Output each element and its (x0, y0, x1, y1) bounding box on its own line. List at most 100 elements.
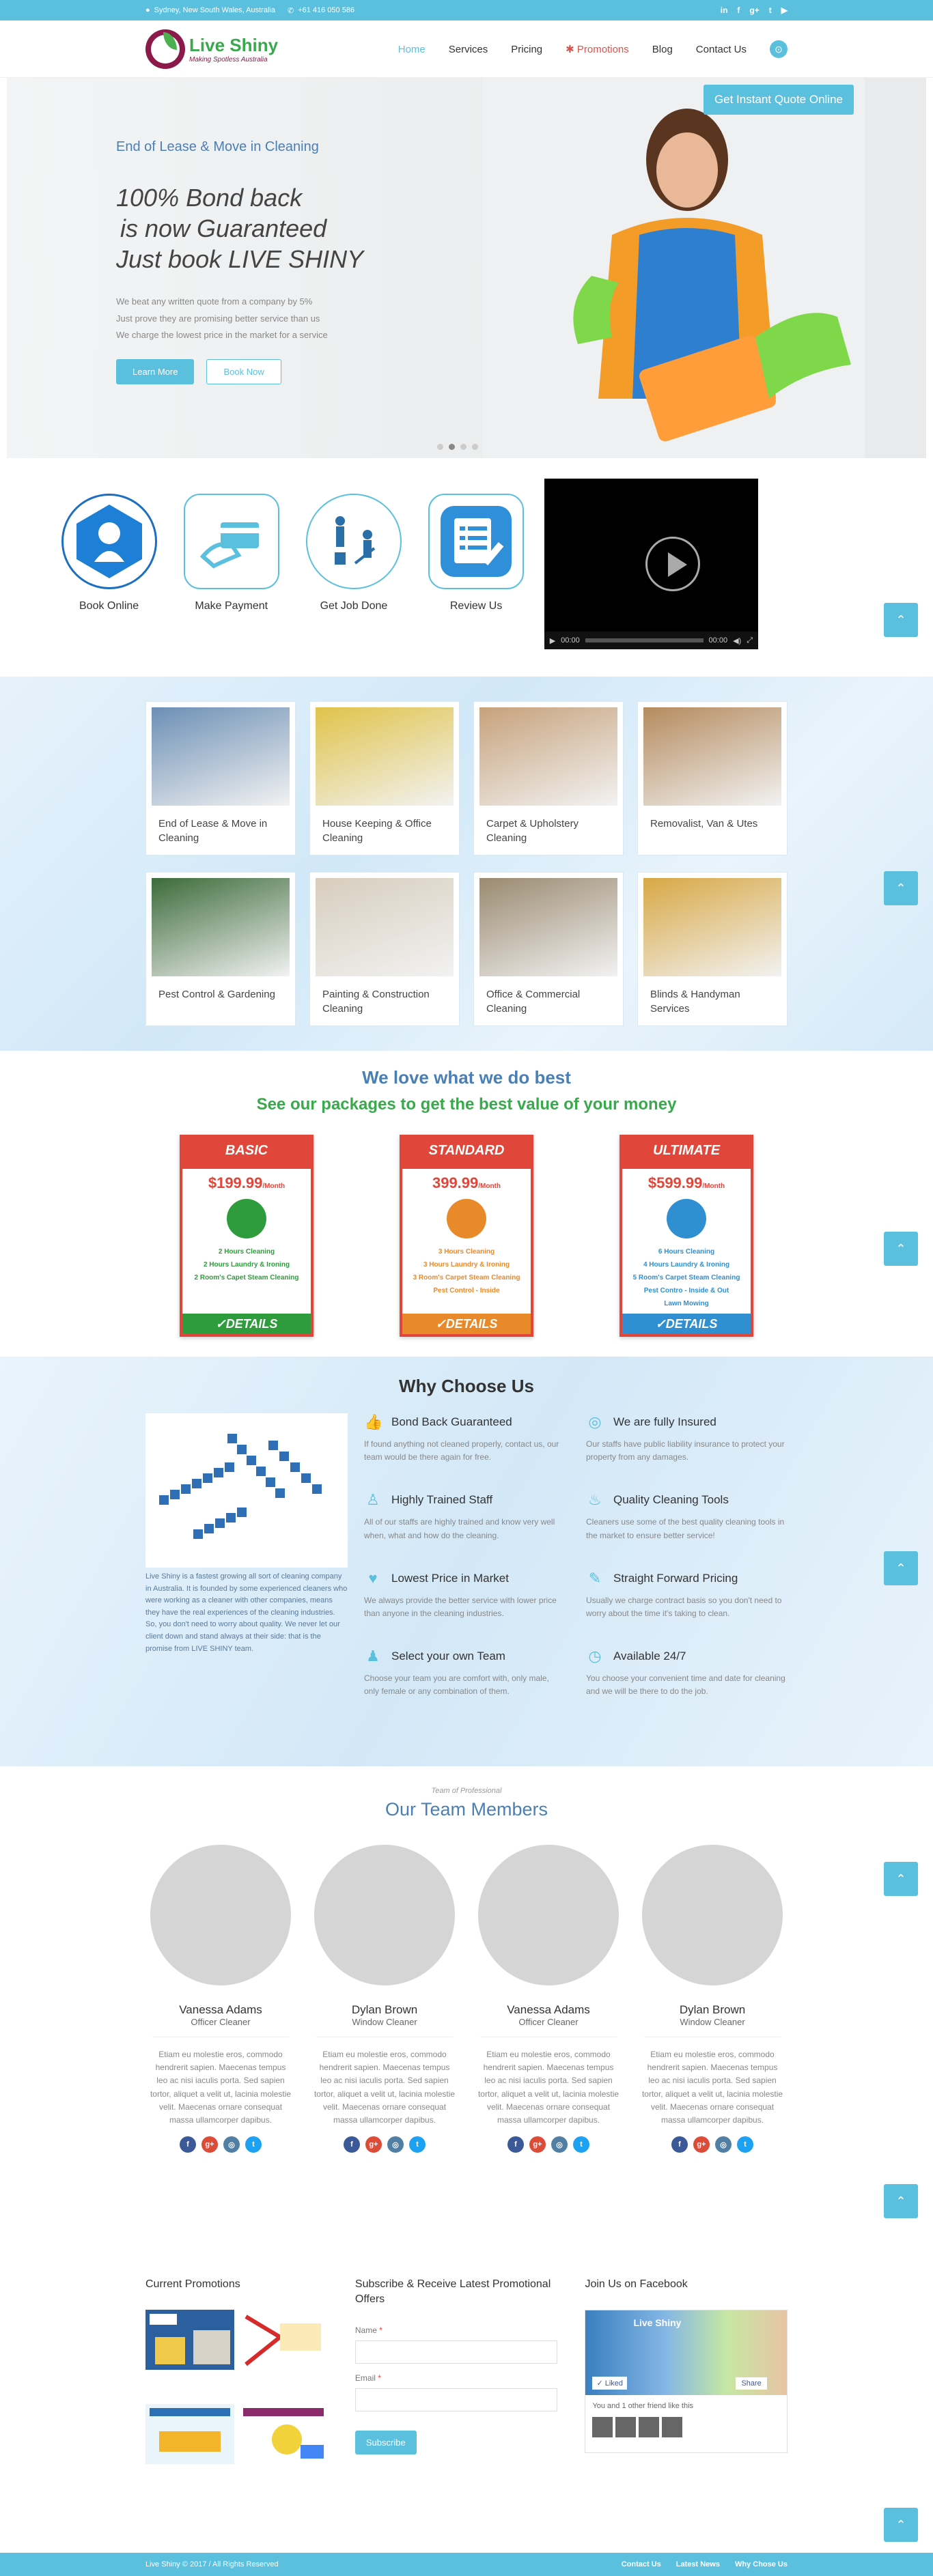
package-details-button[interactable]: ✓DETAILS (182, 1314, 311, 1334)
package-details-button[interactable]: ✓DETAILS (622, 1314, 751, 1334)
facebook-cover: Live Shiny ✓ Liked Share (585, 2310, 787, 2396)
nav-blog[interactable]: Blog (652, 44, 673, 55)
instagram-icon[interactable]: ◎ (715, 2136, 732, 2153)
scroll-to-top-button[interactable]: ⌃ (884, 1551, 918, 1585)
scroll-to-top-button[interactable]: ⌃ (884, 1862, 918, 1896)
service-title[interactable]: End of Lease & Move in Cleaning (146, 806, 295, 856)
service-card[interactable]: Painting & Construction Cleaning (309, 872, 460, 1026)
service-card[interactable]: End of Lease & Move in Cleaning (145, 701, 296, 855)
instagram-icon[interactable]: ◎ (223, 2136, 240, 2153)
facebook-liked-button[interactable]: ✓ Liked (592, 2377, 628, 2390)
service-title[interactable]: Blinds & Handyman Services (638, 976, 787, 1027)
service-title[interactable]: Pest Control & Gardening (146, 976, 295, 1013)
promo-cleaning-deal-image[interactable] (145, 2404, 234, 2465)
twitter-icon[interactable]: t (245, 2136, 262, 2153)
step-make-payment[interactable]: Make Payment (170, 479, 292, 612)
facebook-icon[interactable]: f (507, 2136, 524, 2153)
logo[interactable]: Live Shiny Making Spotless Australia (145, 29, 278, 69)
package-name: STANDARD (402, 1137, 531, 1169)
promo-google-discount-image[interactable] (239, 2404, 329, 2465)
learn-more-button[interactable]: Learn More (116, 359, 195, 385)
service-title[interactable]: Carpet & Upholstery Cleaning (474, 806, 623, 856)
service-card[interactable]: Office & Commercial Cleaning (473, 872, 624, 1026)
email-field[interactable] (354, 2388, 558, 2411)
facebook-icon[interactable]: f (180, 2136, 196, 2153)
step-get-job-done[interactable]: Get Job Done (292, 479, 415, 612)
scroll-to-top-button[interactable]: ⌃ (884, 2508, 918, 2542)
promo-end-of-lease-image[interactable] (145, 2310, 234, 2370)
google-plus-icon[interactable]: g+ (529, 2136, 546, 2153)
step-label: Get Job Done (320, 600, 388, 612)
facebook-share-button[interactable]: Share (736, 2377, 767, 2390)
scroll-to-top-button[interactable]: ⌃ (884, 2184, 918, 2218)
slider-dot[interactable] (460, 444, 466, 450)
video-player[interactable]: ▶ 00:00 00:00 ◀) ⤢ (544, 479, 759, 649)
step-book-online[interactable]: Book Online (48, 479, 170, 612)
slider-dot[interactable] (437, 444, 443, 450)
slider-dot[interactable] (472, 444, 478, 450)
slider-dot-active[interactable] (449, 444, 455, 450)
twitter-icon[interactable]: t (409, 2136, 426, 2153)
service-card[interactable]: Blinds & Handyman Services (637, 872, 788, 1026)
service-card[interactable]: House Keeping & Office Cleaning (309, 701, 460, 855)
instagram-icon[interactable]: ◎ (387, 2136, 404, 2153)
service-card[interactable]: Pest Control & Gardening (145, 872, 296, 1026)
service-title[interactable]: Painting & Construction Cleaning (310, 976, 459, 1027)
avatar[interactable] (615, 2417, 637, 2438)
instant-quote-button[interactable]: Get Instant Quote Online (703, 85, 854, 115)
step-review-us[interactable]: Review Us (415, 479, 538, 612)
team-member-bio: Etiam eu molestie eros, commodo hendreri… (150, 2050, 292, 2125)
facebook-page-name[interactable]: Live Shiny (633, 2317, 681, 2328)
nav-services[interactable]: Services (449, 44, 488, 55)
team-member-bio: Etiam eu molestie eros, commodo hendreri… (477, 2050, 619, 2125)
nav-promotions[interactable]: ✱ Promotions (566, 43, 629, 55)
avatar[interactable] (662, 2417, 683, 2438)
footer-widgets: Current Promotions Subscribe & Receive L… (0, 2244, 933, 2553)
brand-tagline: Making Spotless Australia (189, 56, 268, 63)
nav-home[interactable]: Home (398, 44, 426, 55)
fullscreen-icon[interactable]: ⤢ (747, 636, 753, 645)
nav-pricing[interactable]: Pricing (511, 44, 542, 55)
play-icon[interactable] (645, 537, 700, 591)
service-title[interactable]: Removalist, Van & Utes (638, 806, 787, 842)
package-card[interactable]: ULTIMATE $599.99/Month 6 Hours Cleaning 4 H… (619, 1135, 753, 1337)
service-title[interactable]: House Keeping & Office Cleaning (310, 806, 459, 856)
cart-icon[interactable]: ⊙ (770, 40, 788, 58)
facebook-icon[interactable]: f (671, 2136, 688, 2153)
facebook-icon[interactable]: f (737, 5, 740, 15)
service-card[interactable]: Carpet & Upholstery Cleaning (473, 701, 624, 855)
volume-icon[interactable]: ◀) (733, 636, 741, 645)
phone-text[interactable]: +61 416 050 586 (298, 6, 354, 14)
google-plus-icon[interactable]: g+ (693, 2136, 710, 2153)
video-seek-bar[interactable] (585, 638, 704, 642)
facebook-icon[interactable]: f (344, 2136, 360, 2153)
service-card[interactable]: Removalist, Van & Utes (637, 701, 788, 855)
google-plus-icon[interactable]: g+ (365, 2136, 382, 2153)
why-feature-text: Usually we charge contract basis so you … (586, 1595, 782, 1618)
phone-info[interactable]: ✆ +61 416 050 586 (288, 6, 354, 15)
service-title[interactable]: Office & Commercial Cleaning (474, 976, 623, 1027)
scroll-to-top-button[interactable]: ⌃ (884, 603, 918, 637)
twitter-icon[interactable]: t (573, 2136, 589, 2153)
instagram-icon[interactable]: ◎ (551, 2136, 568, 2153)
package-details-button[interactable]: ✓DETAILS (402, 1314, 531, 1334)
nav-contact[interactable]: Contact Us (696, 44, 747, 55)
subscribe-button[interactable]: Subscribe (354, 2430, 417, 2454)
play-small-icon[interactable]: ▶ (550, 636, 555, 645)
scroll-to-top-button[interactable]: ⌃ (884, 871, 918, 905)
youtube-icon[interactable]: ▶ (781, 5, 788, 15)
avatar[interactable] (592, 2417, 613, 2438)
facebook-page-box[interactable]: Live Shiny ✓ Liked Share You and 1 other… (585, 2310, 788, 2454)
name-field[interactable] (354, 2340, 558, 2364)
promo-shopping-voucher-image[interactable] (239, 2310, 329, 2370)
scroll-to-top-button[interactable]: ⌃ (884, 1232, 918, 1266)
linkedin-icon[interactable]: in (721, 5, 728, 15)
twitter-icon[interactable]: t (769, 5, 772, 15)
package-card[interactable]: STANDARD 399.99/Month 3 Hours Cleaning 3 Ho… (400, 1135, 533, 1337)
book-now-button[interactable]: Book Now (206, 359, 281, 385)
package-card[interactable]: BASIC $199.99/Month 2 Hours Cleaning 2 Hour… (180, 1135, 314, 1337)
google-plus-icon[interactable]: g+ (749, 5, 759, 15)
google-plus-icon[interactable]: g+ (201, 2136, 218, 2153)
twitter-icon[interactable]: t (737, 2136, 753, 2153)
avatar[interactable] (639, 2417, 660, 2438)
